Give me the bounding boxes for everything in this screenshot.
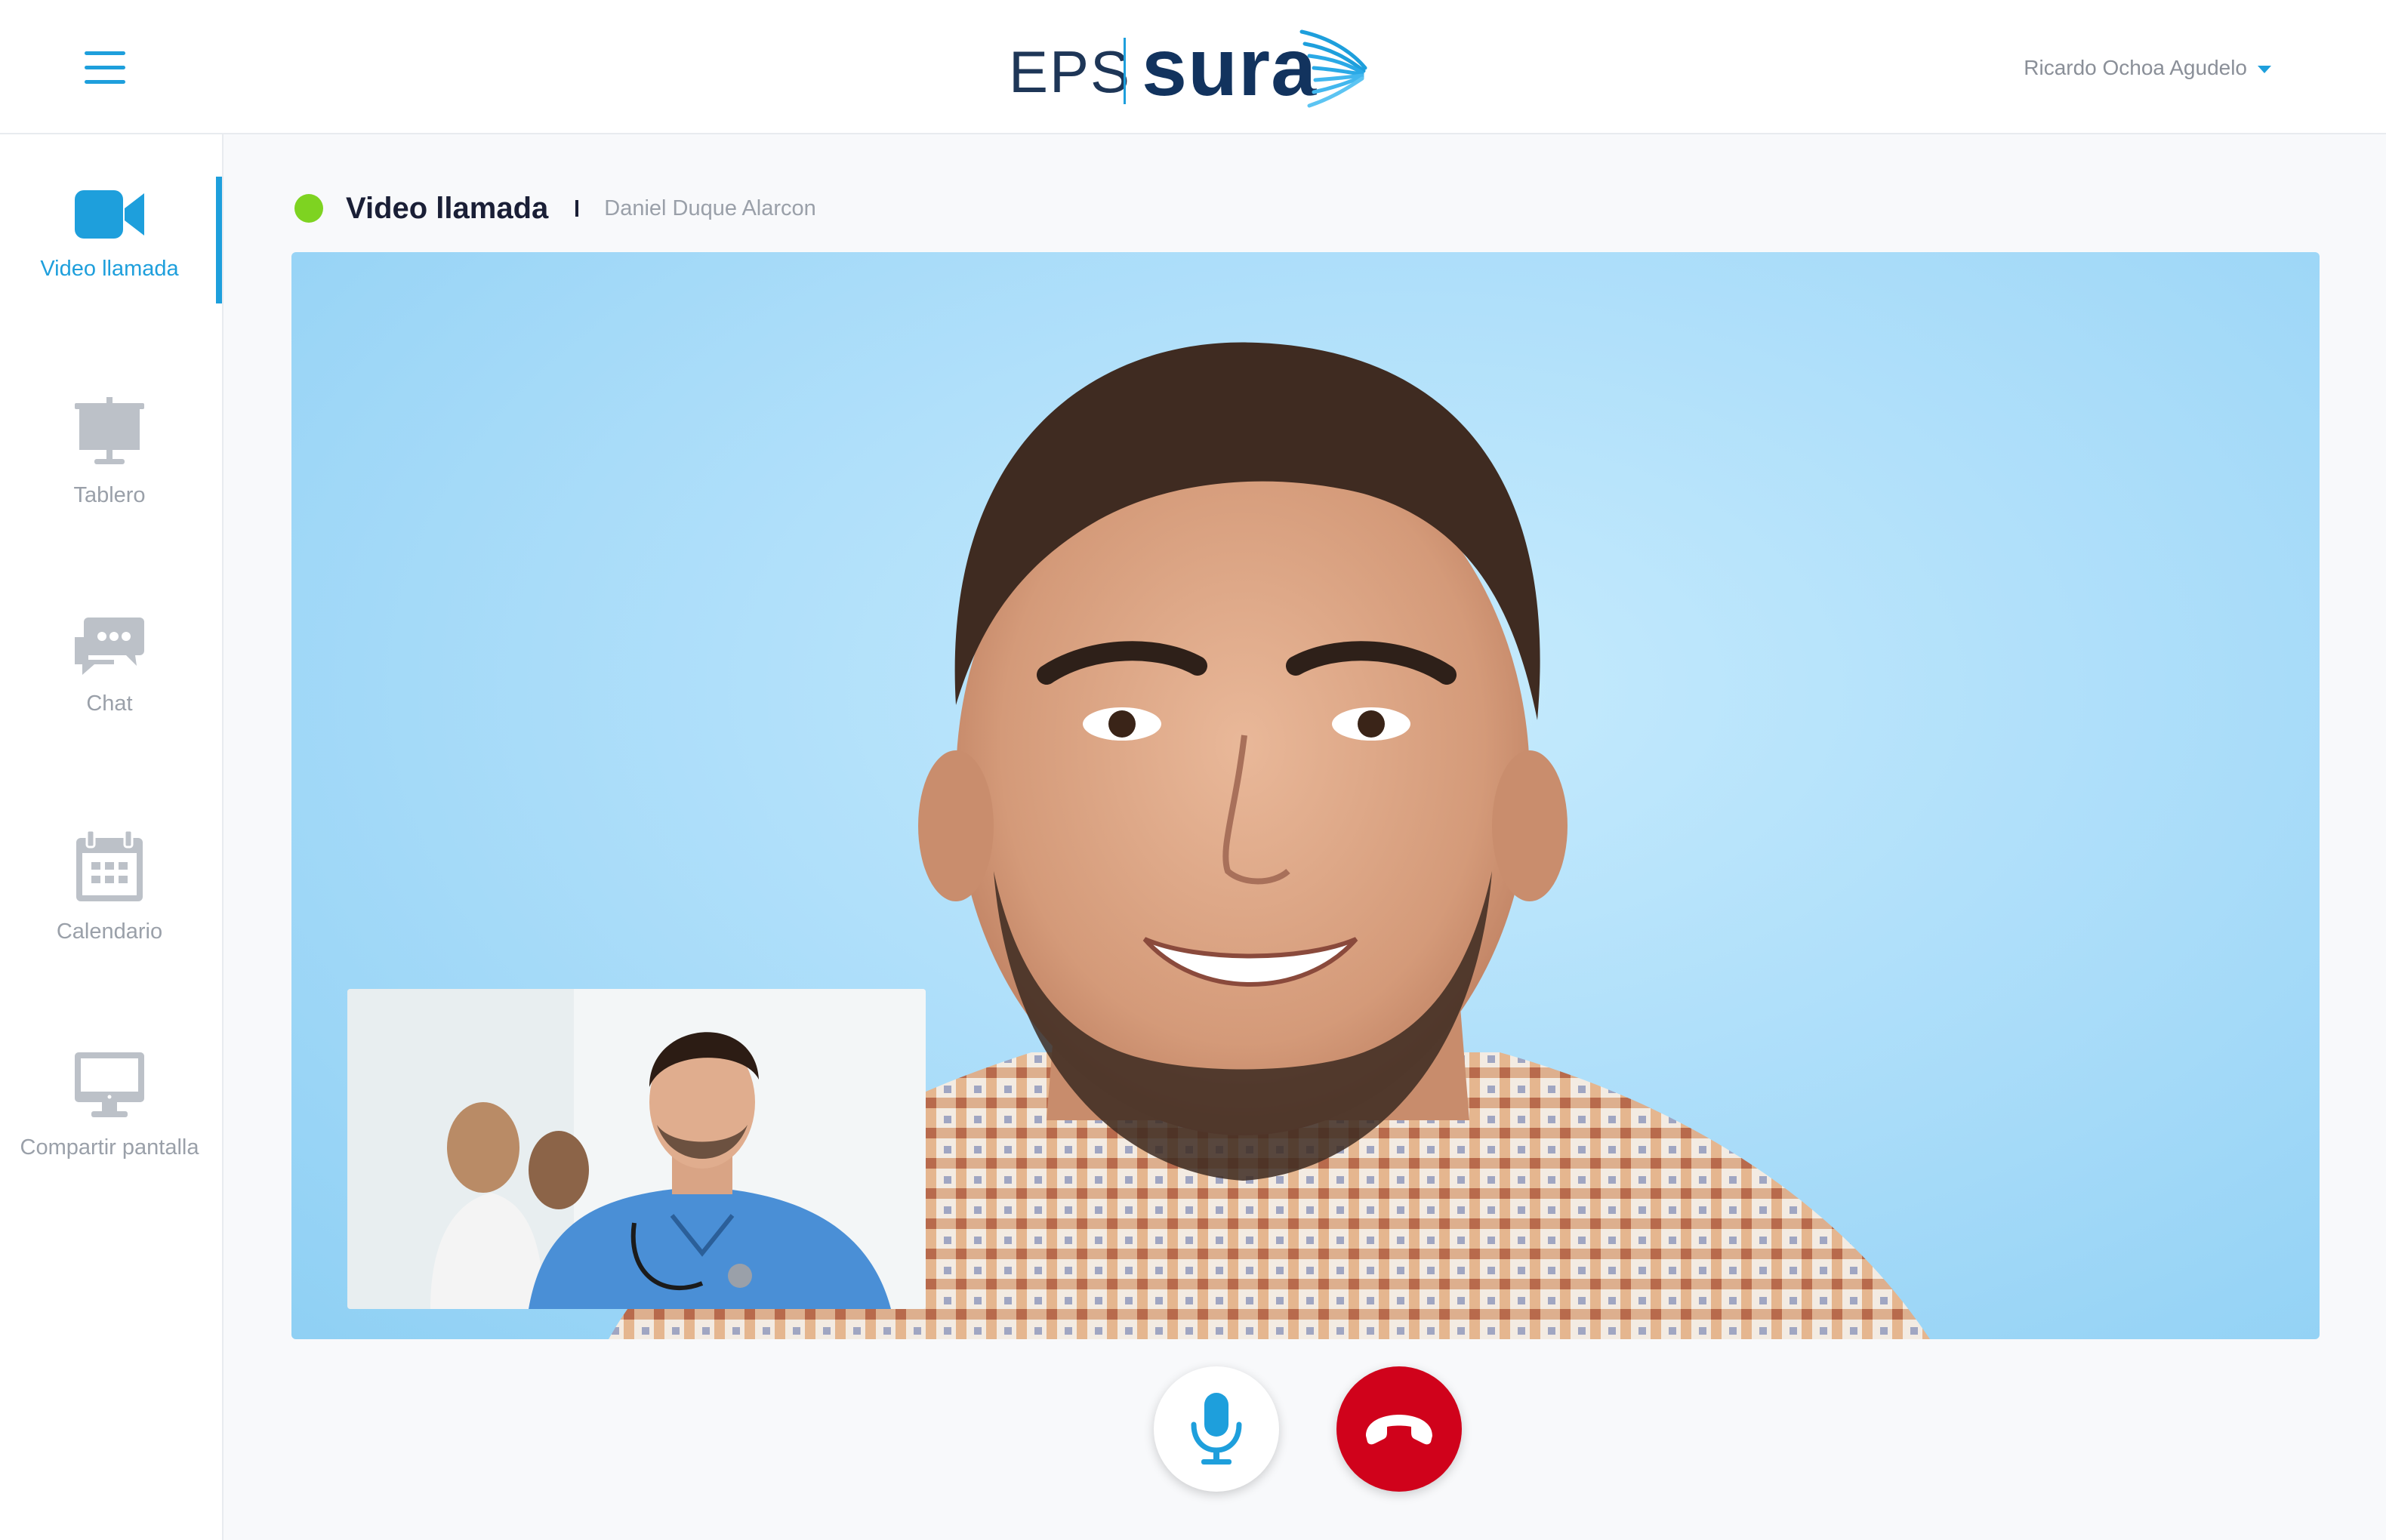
patient-name: Daniel Duque Alarcon [604,196,816,220]
sidebar-item-chat[interactable]: Chat [0,614,219,716]
menu-button[interactable] [85,51,125,85]
hamburger-line [85,66,125,69]
user-menu[interactable]: Ricardo Ochoa Agudelo [2024,53,2271,83]
sidebar-item-video-llamada[interactable]: Video llamada [0,187,219,282]
microphone-button[interactable] [1154,1366,1279,1492]
presentation-board-icon [75,397,144,464]
status-online-dot [294,194,323,223]
hang-up-phone-icon [1366,1415,1432,1445]
sidebar-item-label: Chat [86,691,133,716]
chat-bubbles-icon [75,618,144,675]
page-title: Video llamada [346,191,549,225]
title-separator [575,200,579,217]
hamburger-menu-icon [85,51,125,55]
local-participant-image [347,989,926,1309]
logo-sura-text: sura [1142,21,1318,112]
top-header: EPS sura Ricardo Ochoa Agudelo [0,0,2386,134]
sidebar-item-label: Tablero [73,483,146,507]
sidebar-item-label: Video llamada [40,257,179,281]
chevron-down-icon [2258,66,2271,73]
sidebar-item-tablero[interactable]: Tablero [0,396,219,508]
microphone-icon [1191,1393,1242,1465]
hang-up-button[interactable] [1336,1366,1462,1492]
sidebar: Video llamada Tablero Chat Calendario Co… [0,134,223,1540]
sidebar-item-calendario[interactable]: Calendario [0,829,219,944]
logo-separator [1124,38,1126,104]
hamburger-line [85,80,125,84]
sidebar-item-label: Compartir pantalla [20,1135,199,1160]
sura-wing-icon [1299,29,1367,108]
local-video-preview [347,989,926,1309]
calendar-icon [76,829,143,901]
monitor-icon [75,1052,144,1117]
sidebar-item-compartir-pantalla[interactable]: Compartir pantalla [0,1051,219,1160]
video-camera-icon [75,190,144,239]
sidebar-item-label: Calendario [56,919,163,944]
call-title-row: Video llamada Daniel Duque Alarcon [294,187,816,229]
call-controls [0,1366,2386,1502]
user-name: Ricardo Ochoa Agudelo [2024,56,2247,79]
logo-eps-text: EPS [1009,38,1132,105]
eps-sura-logo: EPS sura [1009,21,1379,115]
